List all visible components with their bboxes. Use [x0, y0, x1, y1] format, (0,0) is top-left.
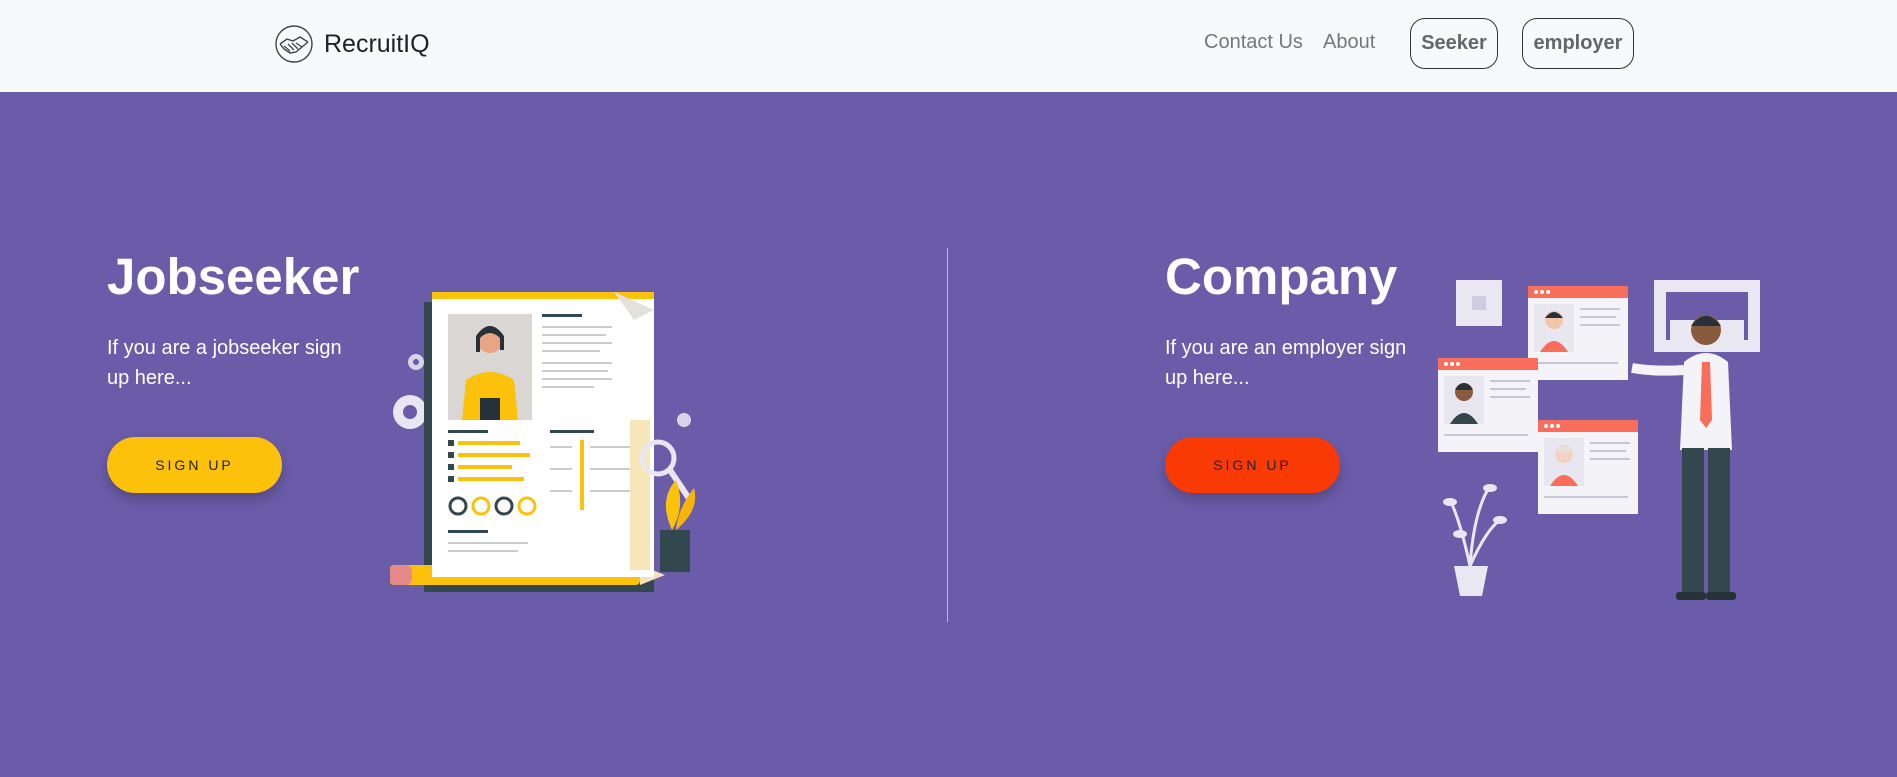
resume-illustration	[390, 292, 696, 592]
seeker-button[interactable]: Seeker	[1410, 18, 1498, 69]
navbar: RecruitIQ Contact Us About Seeker employ…	[0, 0, 1897, 92]
brand-name: RecruitIQ	[324, 29, 430, 58]
section-divider	[947, 248, 948, 622]
handshake-icon	[275, 25, 313, 63]
brand-logo[interactable]: RecruitIQ	[274, 24, 430, 64]
hiring-illustration	[1438, 280, 1760, 600]
nav-link-contact-us[interactable]: Contact Us	[1204, 31, 1303, 54]
jobseeker-description: If you are a jobseeker sign up here...	[107, 337, 342, 389]
jobseeker-signup-button[interactable]: SIGN UP	[107, 437, 282, 493]
jobseeker-title: Jobseeker	[107, 248, 360, 305]
company-title: Company	[1165, 248, 1398, 305]
company-description: If you are an employer sign up here...	[1165, 337, 1407, 389]
employer-button[interactable]: employer	[1522, 18, 1634, 69]
nav-link-about[interactable]: About	[1323, 31, 1375, 54]
company-signup-button[interactable]: SIGN UP	[1165, 437, 1340, 493]
